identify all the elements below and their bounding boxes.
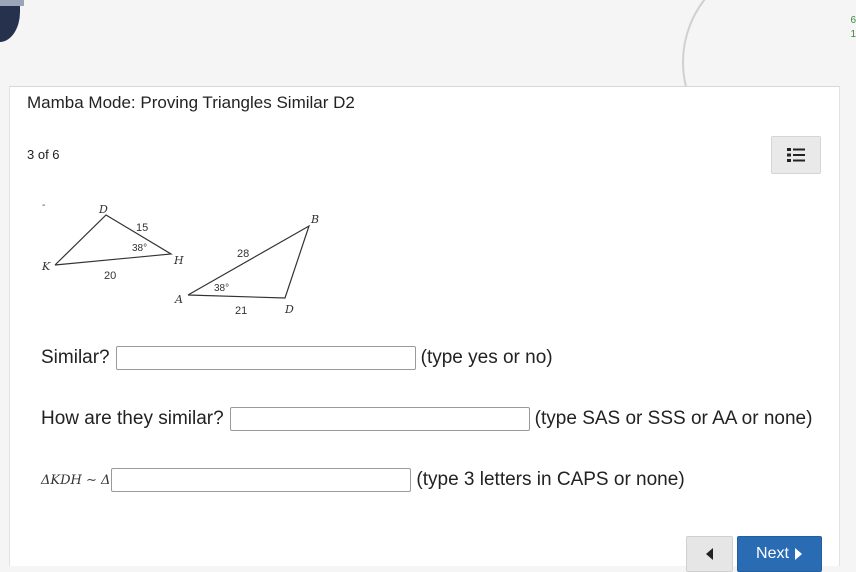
angle-a-label: 38° xyxy=(214,283,229,294)
side-dh-label: 15 xyxy=(136,222,148,234)
background-tab-fragment xyxy=(0,0,24,6)
caret-left-icon xyxy=(705,548,713,560)
caret-right-icon xyxy=(794,548,802,560)
question-correspondence-hint: (type 3 letters in CAPS or none) xyxy=(416,469,685,490)
correspondence-input[interactable] xyxy=(111,468,412,492)
next-button-label: Next xyxy=(756,545,789,562)
page-title: Mamba Mode: Proving Triangles Similar D2 xyxy=(27,93,355,112)
similarity-method-input[interactable] xyxy=(229,407,530,431)
background-curve xyxy=(682,0,856,87)
vertex-d2: D xyxy=(284,303,294,316)
side-ad-label: 21 xyxy=(235,305,247,317)
side-ab-label: 28 xyxy=(237,248,249,260)
question-how-label: How are they similar? xyxy=(41,408,224,429)
previous-button[interactable] xyxy=(686,536,733,572)
question-how-row: How are they similar? (type SAS or SSS o… xyxy=(41,407,812,431)
angle-h-label: 38° xyxy=(132,243,147,254)
vertex-d1: D xyxy=(98,203,108,216)
background-image-fragment xyxy=(0,0,20,42)
question-similar-hint: (type yes or no) xyxy=(420,347,553,368)
top-band: 6 1 xyxy=(0,0,856,87)
vertex-a: A xyxy=(174,293,183,306)
triangle-abd xyxy=(187,224,311,299)
next-button[interactable]: Next xyxy=(737,536,822,572)
side-kh-label: 20 xyxy=(104,270,116,282)
menu-button[interactable] xyxy=(771,136,821,174)
top-right-text: 6 1 xyxy=(850,15,856,40)
question-similar-row: Similar? (type yes or no) xyxy=(41,346,553,370)
vertex-b: B xyxy=(310,213,319,226)
question-correspondence-row: ΔKDH ∼ Δ (type 3 letters in CAPS or none… xyxy=(41,468,685,492)
question-counter: 3 of 6 xyxy=(27,147,60,162)
svg-text:-: - xyxy=(42,200,45,211)
vertex-h: H xyxy=(173,254,184,267)
triangle-kdh xyxy=(54,214,173,266)
question-similar-label: Similar? xyxy=(41,347,110,368)
question-how-hint: (type SAS or SSS or AA or none) xyxy=(534,408,813,429)
triangles-figure: - D K H 15 20 38° B A D 28 21 38° xyxy=(41,200,319,317)
list-icon xyxy=(787,148,805,162)
question-correspondence-label: ΔKDH ∼ Δ xyxy=(41,472,111,488)
question-card: Mamba Mode: Proving Triangles Similar D2… xyxy=(9,86,840,572)
vertex-k: K xyxy=(41,260,51,273)
similar-input[interactable] xyxy=(115,346,416,370)
